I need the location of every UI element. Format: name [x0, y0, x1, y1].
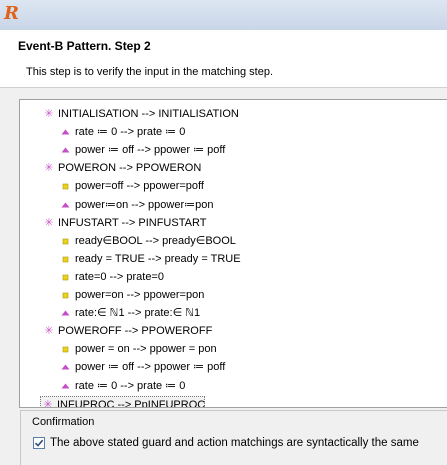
- tree-row-label: rate ≔ 0 --> prate ≔ 0: [75, 126, 186, 139]
- star-icon: ✳: [44, 162, 54, 175]
- tree-row-label: ready = TRUE --> pready = TRUE: [75, 252, 241, 265]
- action-triangle-icon: [59, 197, 73, 213]
- guard-square-icon: [59, 341, 73, 357]
- tree-row-label: power≔on --> ppower≔pon: [75, 198, 214, 211]
- tree-row-label: POWERON --> PPOWERON: [58, 162, 202, 175]
- guard-square-icon: [59, 269, 73, 285]
- tree-row-label: rate=0 --> prate=0: [75, 270, 164, 283]
- checkmark-icon: [34, 439, 44, 447]
- tree-row-label: INFUSTART --> PINFUSTART: [58, 216, 207, 229]
- action-triangle-icon: [59, 124, 73, 140]
- page-description: This step is to verify the input in the …: [26, 66, 274, 78]
- confirmation-checkbox[interactable]: [33, 437, 45, 449]
- tree-event-row[interactable]: ✳ INFUPROC --> PpINFUPROC: [40, 395, 206, 408]
- tree-row-label: rate ≔ 0 --> prate ≔ 0: [75, 379, 186, 392]
- guard-square-icon: [59, 233, 73, 249]
- tree-row-label: power = on --> ppower = pon: [75, 343, 217, 356]
- tree-row-label: INITIALISATION --> INITIALISATION: [58, 108, 239, 120]
- tree-row-label: power ≔ off --> ppower ≔ poff: [75, 361, 226, 374]
- matching-tree[interactable]: ✳ INITIALISATION --> INITIALISATION rate ≔…: [19, 99, 447, 408]
- tree-row-label: power=on --> ppower=pon: [75, 289, 205, 301]
- action-triangle-icon: [59, 378, 73, 394]
- guard-square-icon: [59, 251, 73, 267]
- star-icon: ✳: [44, 216, 54, 229]
- action-triangle-icon: [59, 359, 73, 375]
- tree-row-label: POWEROFF --> PPOWEROFF: [58, 325, 213, 338]
- app-logo-icon: R: [4, 3, 19, 24]
- tree-row-label: rate:∈ ℕ1 --> prate:∈ ℕ1: [75, 307, 201, 320]
- page-title: Event-B Pattern. Step 2: [18, 39, 151, 53]
- star-icon: ✳: [44, 108, 54, 120]
- guard-square-icon: [59, 287, 73, 303]
- tree-row-label: power ≔ off --> ppower ≔ poff: [75, 144, 226, 157]
- guard-square-icon: [59, 178, 73, 194]
- star-icon: ✳: [43, 398, 53, 408]
- tree-row-label: ready∈BOOL --> pready∈BOOL: [75, 234, 236, 247]
- tree-row-label: INFUPROC --> PpINFUPROC: [57, 398, 206, 408]
- confirmation-group-label: Confirmation: [30, 416, 97, 428]
- tree-row-label: power=off --> ppower=poff: [75, 180, 204, 193]
- star-icon: ✳: [44, 325, 54, 338]
- action-triangle-icon: [59, 142, 73, 158]
- confirmation-checkbox-label[interactable]: The above stated guard and action matchi…: [50, 435, 419, 451]
- action-triangle-icon: [59, 305, 73, 321]
- wizard-header: Event-B Pattern. Step 2 This step is to …: [0, 30, 447, 86]
- title-bar: R: [0, 0, 447, 30]
